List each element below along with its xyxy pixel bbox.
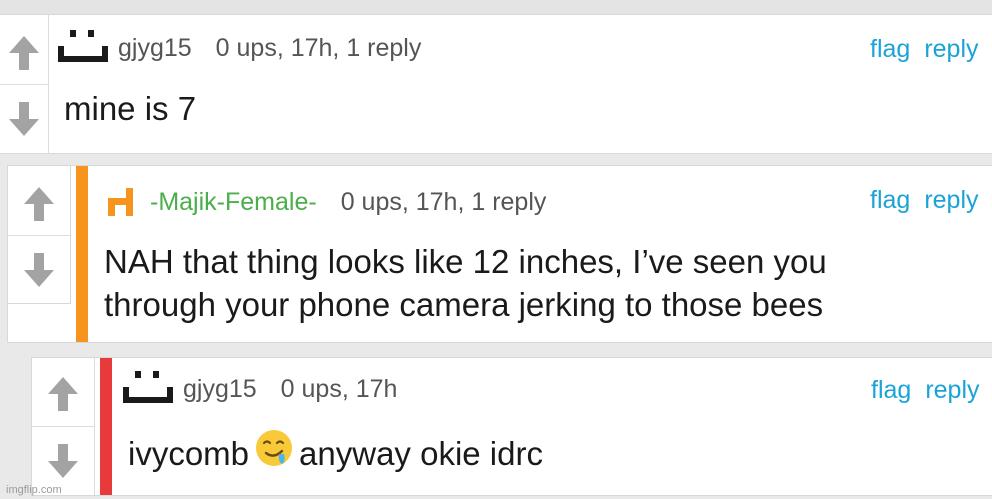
comment-text: NAH that thing looks like 12 inches, I’v… xyxy=(104,240,827,326)
reply-link[interactable]: reply xyxy=(924,186,978,215)
vote-divider xyxy=(0,84,48,85)
vote-divider xyxy=(32,426,94,427)
comment-text-after: anyway okie idrc xyxy=(299,434,543,472)
comment-line: NAH that thing looks like 12 inches, I’v… xyxy=(104,243,827,280)
imgflip-watermark: imgflip.com xyxy=(6,484,62,496)
thread-depth-bar xyxy=(100,358,112,495)
upvote-button[interactable] xyxy=(32,366,94,421)
downvote-arrow-icon xyxy=(48,443,78,478)
flag-link[interactable]: flag xyxy=(871,376,911,405)
thread-depth-bar xyxy=(76,166,88,342)
vote-divider xyxy=(8,235,70,236)
upvote-arrow-icon xyxy=(48,376,78,411)
comment-text: ivycomb anyway okie idrc xyxy=(128,429,543,477)
flag-link[interactable]: flag xyxy=(870,186,910,215)
comment-meta: gjyg15 0 ups, 17h, 1 reply xyxy=(58,29,421,67)
top-bar xyxy=(0,0,992,15)
reply-link[interactable]: reply xyxy=(925,376,979,405)
comment-text-before: ivycomb xyxy=(128,434,250,472)
comment-actions: flag reply xyxy=(870,35,979,64)
upvote-arrow-icon xyxy=(24,186,54,221)
downvote-arrow-icon xyxy=(24,252,54,287)
comment-meta: -Majik-Female- 0 ups, 17h, 1 reply xyxy=(106,183,546,221)
upvote-button[interactable] xyxy=(0,25,48,80)
comment-stats: 0 ups, 17h, 1 reply xyxy=(215,33,422,62)
downvote-button[interactable] xyxy=(0,91,48,146)
comment-actions: flag reply xyxy=(871,376,980,405)
user-avatar-icon[interactable] xyxy=(58,28,108,69)
comment-2: -Majik-Female- 0 ups, 17h, 1 reply flag … xyxy=(7,165,992,343)
username-link[interactable]: -Majik-Female- xyxy=(150,188,317,217)
user-avatar-icon[interactable] xyxy=(123,369,173,410)
upvote-arrow-icon xyxy=(9,35,39,70)
comment-stats: 0 ups, 17h, 1 reply xyxy=(340,187,547,216)
user-avatar-icon[interactable] xyxy=(106,182,140,223)
vote-column xyxy=(8,166,71,304)
reply-link[interactable]: reply xyxy=(924,35,978,64)
downvote-button[interactable] xyxy=(32,433,94,488)
flag-link[interactable]: flag xyxy=(870,35,910,64)
comment-line: mine is 7 xyxy=(64,90,197,127)
username-link[interactable]: gjyg15 xyxy=(118,34,192,63)
comment-stats: 0 ups, 17h xyxy=(280,374,398,403)
comment-line: through your phone camera jerking to tho… xyxy=(104,286,824,323)
comment-1: gjyg15 0 ups, 17h, 1 reply flag reply mi… xyxy=(0,14,992,154)
vote-column xyxy=(32,358,95,495)
drooling-face-emoji-icon xyxy=(255,429,293,477)
username-link[interactable]: gjyg15 xyxy=(183,375,257,404)
comment-3: gjyg15 0 ups, 17h flag reply ivycomb any… xyxy=(31,357,992,496)
upvote-button[interactable] xyxy=(8,176,70,231)
downvote-arrow-icon xyxy=(9,101,39,136)
comment-text: mine is 7 xyxy=(64,87,196,130)
downvote-button[interactable] xyxy=(8,242,70,297)
comment-actions: flag reply xyxy=(870,186,979,215)
vote-column xyxy=(0,15,49,153)
comment-meta: gjyg15 0 ups, 17h xyxy=(123,370,397,408)
